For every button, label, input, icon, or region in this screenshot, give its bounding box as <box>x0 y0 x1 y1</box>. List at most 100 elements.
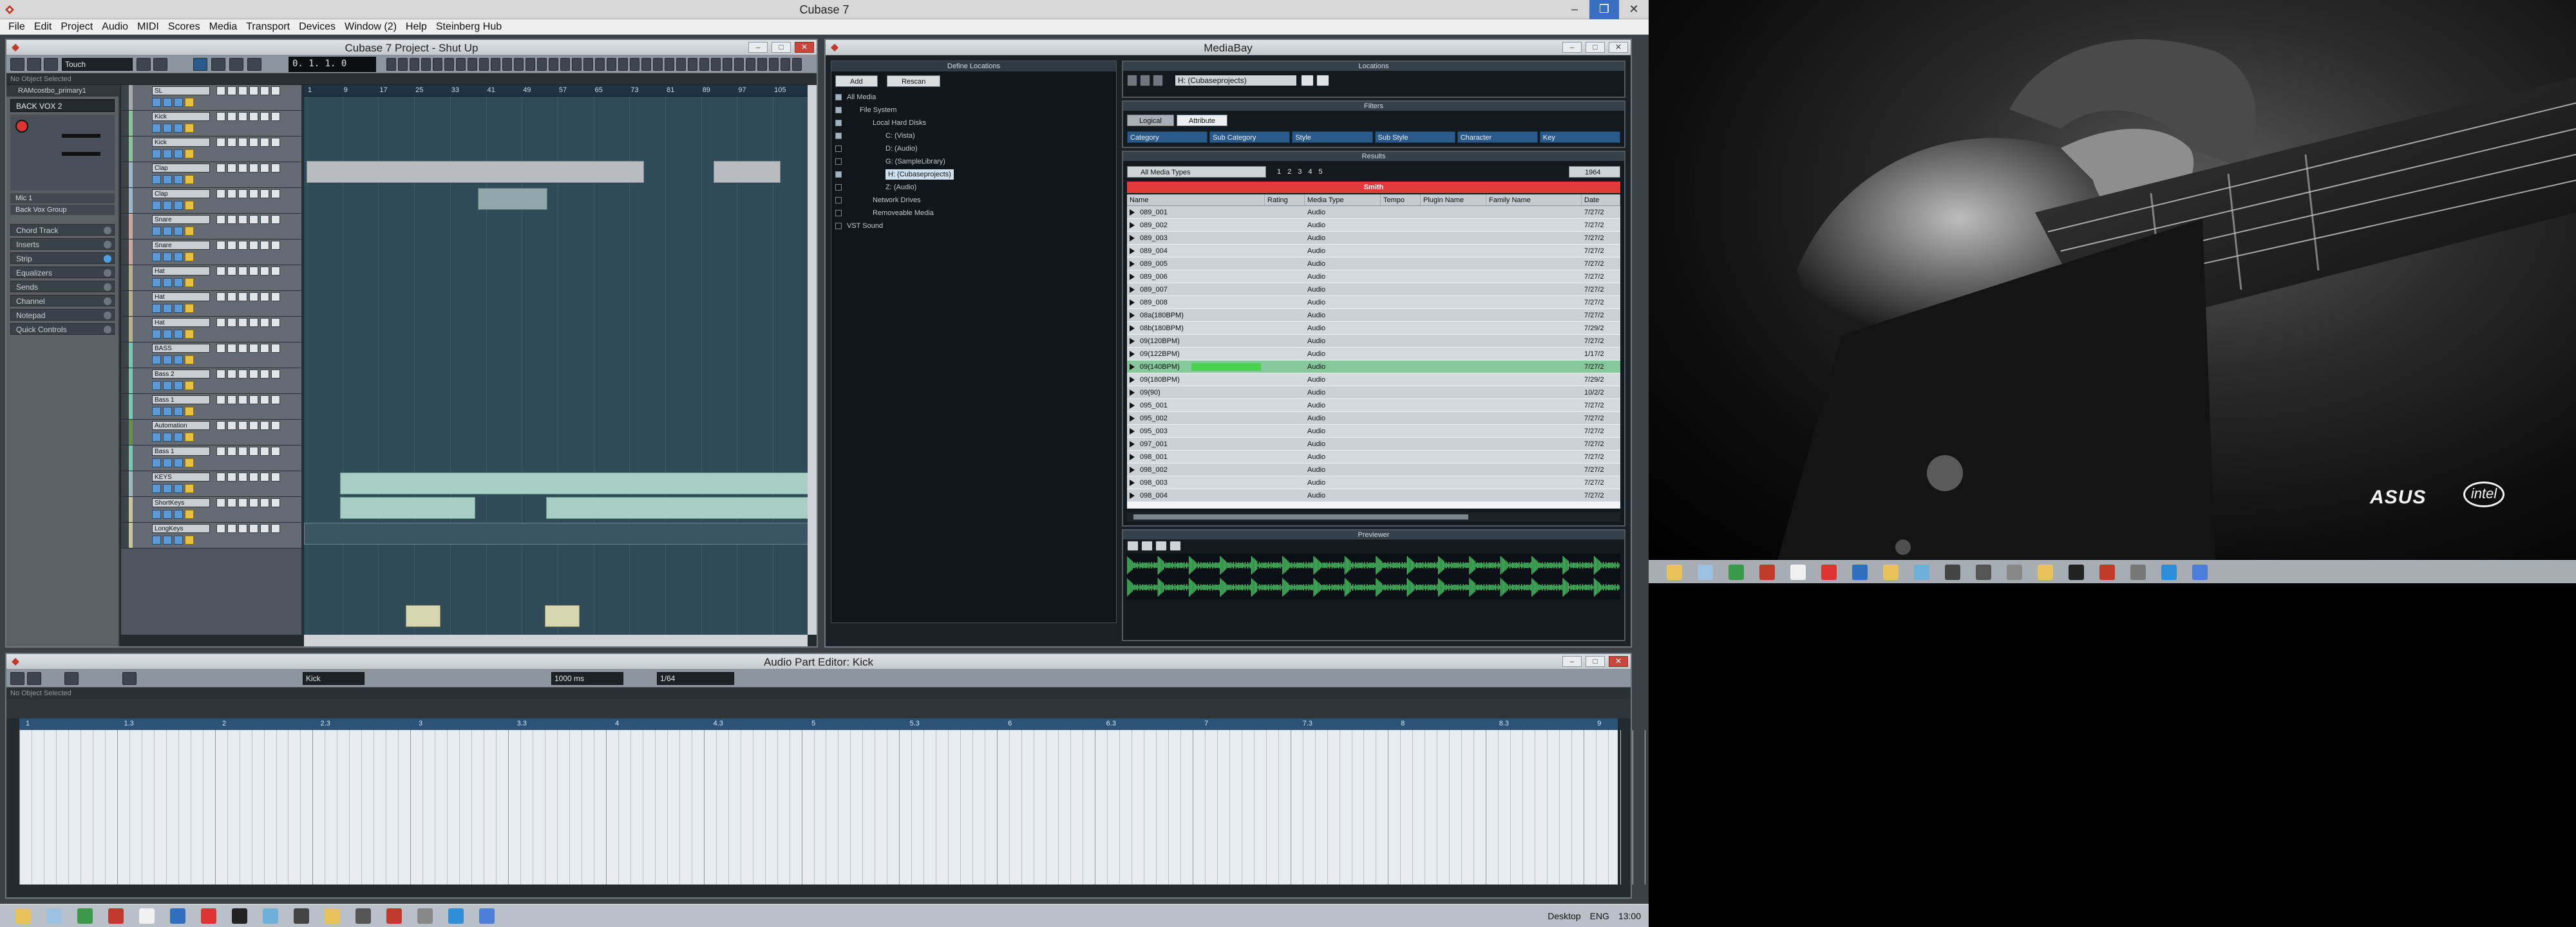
track-control-button[interactable] <box>238 86 247 95</box>
taskbar-app-icon[interactable] <box>1790 565 1806 580</box>
activate-project-button[interactable] <box>10 58 24 71</box>
track-control-button[interactable] <box>271 524 280 533</box>
section-toggle-icon[interactable] <box>104 269 111 277</box>
result-rating-cell[interactable] <box>1265 270 1305 283</box>
result-rating-cell[interactable] <box>1265 296 1305 308</box>
track-toggle-button[interactable] <box>174 381 183 390</box>
track-toggle-button[interactable] <box>174 227 183 236</box>
track-name[interactable]: Bass 1 <box>152 395 210 404</box>
track-toggle-button[interactable] <box>152 124 161 133</box>
track-toggle-button[interactable] <box>152 407 161 416</box>
track-control-button[interactable] <box>216 473 225 482</box>
toolbar-tool-button[interactable] <box>433 58 442 71</box>
track-control-button[interactable] <box>216 447 225 456</box>
audio-event[interactable] <box>340 497 475 519</box>
menu-item[interactable]: Window (2) <box>340 21 401 33</box>
toolbar-tool-button[interactable] <box>734 58 744 71</box>
toolbar-tool-button[interactable] <box>641 58 651 71</box>
table-row[interactable]: 089_006 Audio 7/27/2 <box>1127 270 1620 283</box>
location-tree-item[interactable]: Removeable Media <box>831 207 1116 220</box>
table-row[interactable]: 097_001 Audio 7/27/2 <box>1127 438 1620 451</box>
track-row[interactable]: Clap <box>121 162 301 188</box>
track-toggle-button[interactable] <box>174 458 183 467</box>
input-routing[interactable]: Mic 1 <box>10 193 115 203</box>
track-control-button[interactable] <box>227 395 236 404</box>
track-control-button[interactable] <box>216 215 225 224</box>
toolbar-tool-button[interactable] <box>537 58 547 71</box>
track-name[interactable]: Automation <box>152 421 210 430</box>
track-toggle-button[interactable] <box>163 304 172 313</box>
location-path-select[interactable]: H: (Cubaseprojects) <box>1175 75 1297 86</box>
track-control-button[interactable] <box>227 318 236 327</box>
taskbar-app-icon[interactable] <box>1914 565 1929 580</box>
track-control-button[interactable] <box>260 241 269 250</box>
play-icon[interactable] <box>1130 441 1135 448</box>
result-rating-cell[interactable] <box>1265 309 1305 321</box>
track-toggle-button[interactable] <box>174 304 183 313</box>
track-toggle-button[interactable] <box>152 98 161 107</box>
track-name[interactable]: Hat <box>152 267 210 276</box>
track-toggle-button[interactable] <box>163 484 172 493</box>
track-control-button[interactable] <box>216 344 225 353</box>
track-toggle-button[interactable] <box>163 407 172 416</box>
result-rating-cell[interactable] <box>1265 232 1305 244</box>
table-row[interactable]: 089_003 Audio 7/27/2 <box>1127 232 1620 245</box>
track-control-button[interactable] <box>260 292 269 301</box>
track-control-button[interactable] <box>249 112 258 121</box>
toolbar-tool-button[interactable] <box>583 58 593 71</box>
track-row[interactable]: ShortKeys <box>121 497 301 523</box>
menu-item[interactable]: Steinberg Hub <box>431 21 506 33</box>
location-checkbox[interactable] <box>835 120 842 126</box>
toolbar-tool-button[interactable] <box>456 58 466 71</box>
track-control-button[interactable] <box>238 189 247 198</box>
track-control-button[interactable] <box>238 395 247 404</box>
track-toggle-button[interactable] <box>163 433 172 442</box>
track-toggle-button[interactable] <box>152 227 161 236</box>
audio-event[interactable] <box>546 497 808 519</box>
result-rating-cell[interactable] <box>1265 322 1305 334</box>
track-toggle-button[interactable] <box>152 510 161 519</box>
editor-titlebar[interactable]: Audio Part Editor: Kick – □ ✕ <box>6 654 1631 670</box>
track-control-button[interactable] <box>249 370 258 379</box>
table-row[interactable]: 095_001 Audio 7/27/2 <box>1127 399 1620 412</box>
track-toggle-button[interactable] <box>152 458 161 467</box>
table-row[interactable]: 089_005 Audio 7/27/2 <box>1127 258 1620 270</box>
result-rating-cell[interactable] <box>1265 412 1305 424</box>
preview-play-button[interactable] <box>1127 541 1139 551</box>
track-control-button[interactable] <box>238 164 247 173</box>
play-icon[interactable] <box>1130 415 1135 422</box>
play-icon[interactable] <box>1130 235 1135 242</box>
track-toggle-button[interactable] <box>152 536 161 545</box>
result-rating-cell[interactable] <box>1265 373 1305 386</box>
track-row[interactable]: Clap <box>121 188 301 214</box>
track-control-button[interactable] <box>227 421 236 430</box>
track-name[interactable]: Clap <box>152 189 210 198</box>
taskbar-app-icon[interactable] <box>201 908 216 924</box>
play-icon[interactable] <box>1130 492 1135 500</box>
track-control-button[interactable] <box>249 318 258 327</box>
toolbar-tool-button[interactable] <box>769 58 779 71</box>
table-row[interactable]: 09(180BPM) Audio 7/29/2 <box>1127 373 1620 386</box>
result-rating-cell[interactable] <box>1265 335 1305 347</box>
menu-item[interactable]: File <box>4 21 30 33</box>
track-control-button[interactable] <box>238 473 247 482</box>
toolbar-tool-button[interactable] <box>468 58 477 71</box>
track-toggle-button[interactable] <box>163 227 172 236</box>
track-control-button[interactable] <box>227 292 236 301</box>
section-toggle-icon[interactable] <box>104 227 111 234</box>
taskbar-app-icon[interactable] <box>294 908 309 924</box>
track-control-button[interactable] <box>260 421 269 430</box>
table-row[interactable]: 09(90) Audio 10/2/2 <box>1127 386 1620 399</box>
track-control-button[interactable] <box>249 473 258 482</box>
cycle-button[interactable] <box>193 58 207 71</box>
track-control-button[interactable] <box>271 395 280 404</box>
filter-column[interactable]: Sub Style <box>1374 131 1455 143</box>
play-icon[interactable] <box>1130 325 1135 332</box>
record-button[interactable] <box>247 58 261 71</box>
track-toggle-button[interactable] <box>174 355 183 364</box>
track-control-button[interactable] <box>260 164 269 173</box>
table-row[interactable]: 095_003 Audio 7/27/2 <box>1127 425 1620 438</box>
maximize-button[interactable]: □ <box>1586 656 1605 667</box>
track-control-button[interactable] <box>271 241 280 250</box>
taskbar-app-icon[interactable] <box>2130 565 2146 580</box>
